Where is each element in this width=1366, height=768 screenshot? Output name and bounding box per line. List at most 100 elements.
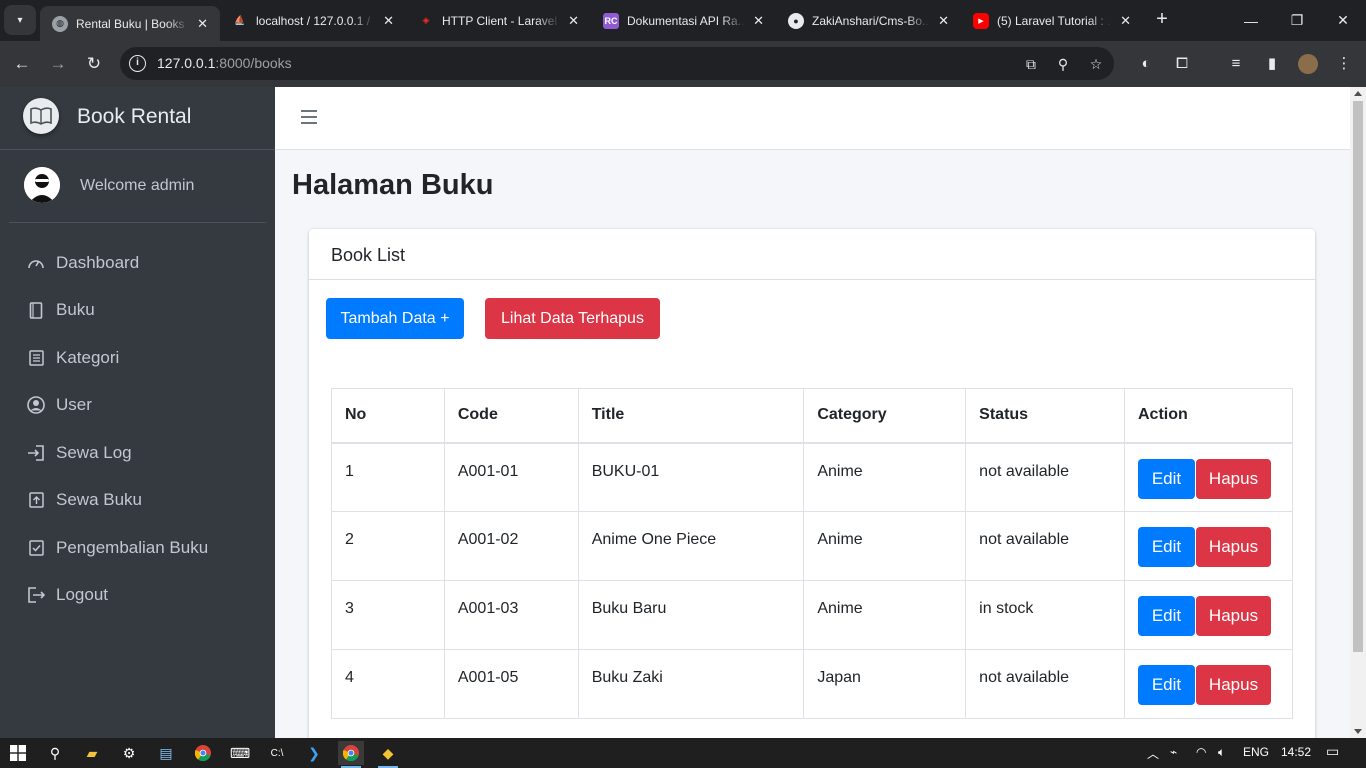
bookmark-star-icon[interactable]: ☆ bbox=[1087, 55, 1105, 73]
file-explorer-icon[interactable]: ▰ bbox=[79, 741, 105, 765]
close-tab-icon[interactable]: ✕ bbox=[753, 13, 764, 29]
table-header-row: No Code Title Category Status Action bbox=[331, 388, 1293, 444]
globe-icon: ◍ bbox=[52, 15, 68, 32]
clock[interactable]: 14:52 bbox=[1281, 745, 1311, 759]
delete-button[interactable]: Hapus bbox=[1196, 665, 1271, 705]
browser-tab[interactable]: ● ZakiAnshari/Cms-Bo... ✕ bbox=[776, 6, 961, 35]
forward-icon[interactable]: → bbox=[43, 49, 73, 79]
delete-button[interactable]: Hapus bbox=[1196, 596, 1271, 636]
scroll-down-icon[interactable] bbox=[1354, 729, 1362, 734]
wifi-icon[interactable]: ◠ bbox=[1196, 745, 1206, 759]
view-deleted-button[interactable]: Lihat Data Terhapus bbox=[485, 298, 660, 339]
edit-button[interactable]: Edit bbox=[1138, 665, 1195, 705]
hamburger-menu-icon[interactable] bbox=[301, 110, 317, 124]
browser-tab[interactable]: ⛵ localhost / 127.0.0.1 / ... ✕ bbox=[220, 6, 406, 35]
terminal-icon[interactable]: C:\ bbox=[264, 741, 290, 765]
close-tab-icon[interactable]: ✕ bbox=[568, 13, 579, 29]
extension-icon[interactable]: ◐ bbox=[1136, 54, 1156, 74]
vscode-icon[interactable]: ❯ bbox=[301, 741, 327, 765]
sidebar-item-kategori[interactable]: Kategori bbox=[16, 338, 259, 378]
edit-button[interactable]: Edit bbox=[1138, 527, 1195, 567]
sidebar-item-label: Logout bbox=[56, 585, 108, 604]
language-indicator[interactable]: ENG bbox=[1243, 745, 1269, 759]
network-battery-icon[interactable]: ⌁ bbox=[1170, 745, 1177, 759]
new-tab-icon[interactable]: + bbox=[1150, 8, 1174, 32]
sidebar-item-buku[interactable]: Buku bbox=[16, 290, 259, 330]
site-info-icon[interactable]: i bbox=[129, 55, 146, 72]
close-window-icon[interactable]: ✕ bbox=[1320, 0, 1366, 41]
extensions-puzzle-icon[interactable]: ⧠ bbox=[1172, 54, 1192, 74]
brand-link[interactable]: Book Rental bbox=[0, 87, 275, 150]
translate-icon[interactable]: ⧉ bbox=[1022, 55, 1040, 73]
sidebar-item-label: Kategori bbox=[56, 348, 120, 367]
back-icon[interactable]: ← bbox=[7, 49, 37, 79]
sidebar-item-sewa-log[interactable]: Sewa Log bbox=[16, 433, 259, 473]
cell-no: 3 bbox=[331, 580, 445, 650]
browser-menu-icon[interactable]: ⋮ bbox=[1334, 54, 1354, 74]
browser-tab-active[interactable]: ◍ Rental Buku | Books ✕ bbox=[40, 6, 220, 41]
tab-title: HTTP Client - Laravel ... bbox=[442, 13, 561, 28]
browser-tab[interactable]: RC Dokumentasi API Ra... ✕ bbox=[591, 6, 776, 35]
table-row: 1 A001-01 BUKU-01 Anime not available Ed… bbox=[331, 442, 1293, 512]
keyboard-icon[interactable]: ⌨ bbox=[227, 741, 253, 765]
cell-status: not available bbox=[965, 649, 1125, 719]
side-panel-icon[interactable]: ▮ bbox=[1262, 54, 1282, 74]
edit-button[interactable]: Edit bbox=[1138, 458, 1195, 499]
windows-start-icon[interactable] bbox=[5, 741, 31, 765]
delete-button[interactable]: Hapus bbox=[1196, 458, 1271, 499]
scroll-up-icon[interactable] bbox=[1354, 91, 1362, 96]
cell-action: Edit Hapus bbox=[1124, 511, 1293, 581]
zoom-icon[interactable]: ⚲ bbox=[1054, 55, 1072, 73]
search-icon[interactable]: ⚲ bbox=[42, 741, 68, 765]
close-tab-icon[interactable]: ✕ bbox=[938, 13, 949, 29]
card-header: Book List bbox=[309, 229, 1315, 280]
book-logo-icon bbox=[23, 98, 59, 134]
minimize-icon[interactable]: — bbox=[1228, 0, 1274, 41]
edit-button[interactable]: Edit bbox=[1138, 596, 1195, 636]
browser-tab[interactable]: ◈ HTTP Client - Laravel ... ✕ bbox=[406, 6, 591, 35]
reload-icon[interactable]: ↻ bbox=[79, 49, 109, 79]
restore-icon[interactable]: ❐ bbox=[1274, 0, 1320, 41]
sidebar-item-pengembalian-buku[interactable]: Pengembalian Buku bbox=[16, 528, 259, 568]
sidebar-item-logout[interactable]: Logout bbox=[16, 575, 259, 615]
media-control-icon[interactable]: ≡ bbox=[1226, 54, 1246, 74]
delete-button[interactable]: Hapus bbox=[1196, 527, 1271, 567]
close-tab-icon[interactable]: ✕ bbox=[197, 16, 208, 32]
close-tab-icon[interactable]: ✕ bbox=[1120, 13, 1131, 29]
sidebar-item-dashboard[interactable]: Dashboard bbox=[16, 243, 259, 283]
browser-tab[interactable]: ▶ (5) Laravel Tutorial : ... ✕ bbox=[961, 6, 1143, 35]
page-scrollbar[interactable] bbox=[1350, 87, 1366, 738]
column-header: Category bbox=[803, 388, 967, 444]
user-avatar[interactable] bbox=[24, 167, 60, 203]
sidebar-item-user[interactable]: User bbox=[16, 385, 259, 425]
user-circle-icon bbox=[16, 396, 56, 414]
close-tab-icon[interactable]: ✕ bbox=[383, 13, 394, 29]
notepad-icon[interactable]: ▤ bbox=[153, 741, 179, 765]
git-icon[interactable]: ◆ bbox=[375, 741, 401, 768]
sign-in-icon bbox=[16, 445, 56, 461]
volume-icon[interactable]: 🔈︎ bbox=[1218, 745, 1225, 760]
cell-title: Buku Baru bbox=[577, 580, 805, 650]
tab-title: ZakiAnshari/Cms-Bo... bbox=[812, 13, 931, 28]
app-icon[interactable]: ⚙ bbox=[116, 741, 142, 765]
cell-category: Japan bbox=[803, 649, 967, 719]
book-icon bbox=[16, 301, 56, 319]
scrollbar-thumb[interactable] bbox=[1353, 101, 1363, 652]
tray-chevron-icon[interactable]: ︿ bbox=[1147, 745, 1159, 762]
table-row: 3 A001-03 Buku Baru Anime in stock Edit H… bbox=[331, 580, 1293, 650]
profile-avatar-icon[interactable] bbox=[1298, 54, 1318, 74]
sidebar-item-sewa-buku[interactable]: Sewa Buku bbox=[16, 480, 259, 520]
cell-category: Anime bbox=[803, 442, 967, 512]
table-row: 4 A001-05 Buku Zaki Japan not available … bbox=[331, 649, 1293, 719]
cell-title: BUKU-01 bbox=[577, 442, 805, 512]
notifications-icon[interactable]: ▭ bbox=[1326, 743, 1339, 760]
table-row: 2 A001-02 Anime One Piece Anime not avai… bbox=[331, 511, 1293, 581]
chrome-active-icon[interactable] bbox=[338, 741, 364, 768]
tab-search-button[interactable]: ▾ bbox=[4, 5, 36, 35]
sidebar-item-label: Sewa Log bbox=[56, 443, 132, 462]
main-header bbox=[275, 87, 1350, 150]
address-bar[interactable]: i 127.0.0.1:8000/books ⧉ ⚲ ☆ bbox=[120, 47, 1114, 80]
chrome-icon[interactable] bbox=[190, 741, 216, 765]
add-book-button[interactable]: Tambah Data + bbox=[326, 298, 464, 339]
url-text[interactable]: 127.0.0.1:8000/books bbox=[157, 55, 292, 71]
